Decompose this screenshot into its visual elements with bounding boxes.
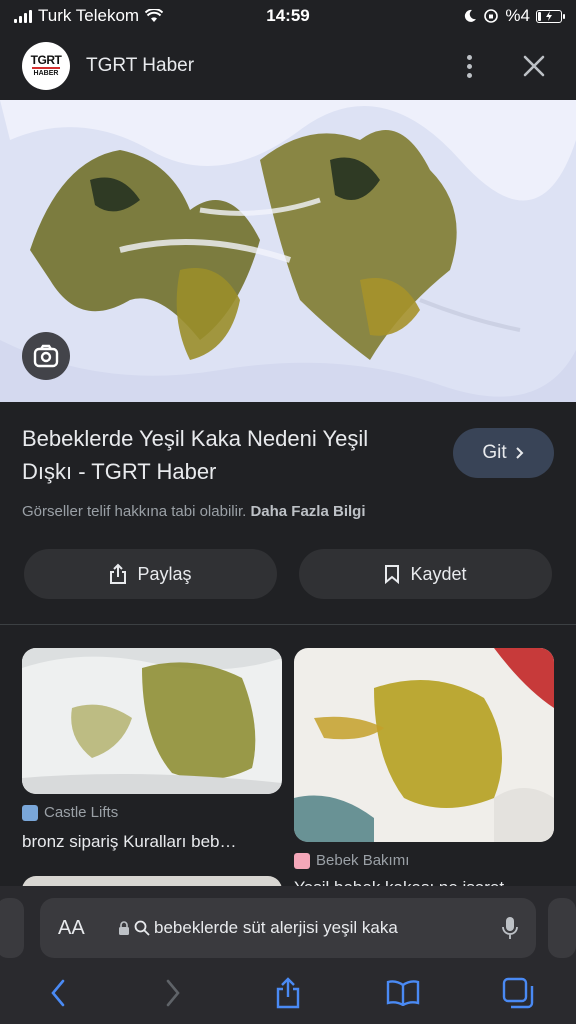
- signal-icon: [14, 9, 32, 23]
- action-row: Paylaş Kaydet: [24, 549, 552, 599]
- share-button[interactable]: Paylaş: [24, 549, 277, 599]
- related-image[interactable]: [294, 648, 554, 842]
- share-sheet-button[interactable]: [266, 973, 310, 1013]
- site-name[interactable]: TGRT Haber: [86, 55, 194, 77]
- battery-icon: [536, 9, 565, 23]
- viewer-header: TGRT HABER TGRT Haber: [0, 36, 576, 96]
- moon-icon: [465, 9, 477, 22]
- address-bar[interactable]: AA bebeklerde süt alerjisi yeşil kaka: [40, 898, 536, 958]
- bookmarks-button[interactable]: [381, 973, 425, 1013]
- more-info-link[interactable]: Daha Fazla Bilgi: [250, 503, 365, 520]
- divider: [0, 624, 576, 625]
- chevron-right-icon: [515, 447, 524, 459]
- back-button[interactable]: [36, 973, 80, 1013]
- battery-percent: %4: [505, 6, 530, 25]
- forward-button[interactable]: [151, 973, 195, 1013]
- browser-toolbar: [0, 972, 576, 1024]
- close-icon[interactable]: [514, 46, 554, 86]
- status-bar: Turk Telekom 14:59 %4: [0, 0, 576, 32]
- related-source: Bebek Bakımı: [294, 852, 409, 869]
- favicon-icon: [294, 852, 310, 869]
- book-icon: [386, 980, 420, 1006]
- site-logo: TGRT HABER: [22, 42, 70, 90]
- copyright-notice: Görseller telif hakkına tabi olabilir. D…: [22, 503, 366, 520]
- related-caption[interactable]: bronz sipariş Kuralları beb…: [22, 832, 282, 852]
- save-button[interactable]: Kaydet: [299, 549, 552, 599]
- more-options-icon[interactable]: [454, 46, 484, 86]
- share-icon: [110, 563, 127, 584]
- lens-search-icon[interactable]: [22, 332, 70, 380]
- microphone-icon[interactable]: [502, 916, 518, 940]
- related-image[interactable]: [22, 648, 282, 794]
- carrier-label: Turk Telekom: [38, 6, 140, 25]
- favicon-icon: [22, 804, 38, 821]
- reader-options-button[interactable]: AA: [58, 917, 118, 940]
- tabs-button[interactable]: [496, 973, 540, 1013]
- url-text: bebeklerde süt alerjisi yeşil kaka: [154, 918, 398, 937]
- preview-image[interactable]: [0, 100, 576, 402]
- previous-tab-handle[interactable]: [0, 898, 24, 958]
- lock-icon: [119, 921, 129, 935]
- share-icon: [276, 977, 300, 1009]
- related-source: Castle Lifts: [22, 804, 118, 821]
- wifi-icon: [145, 9, 164, 22]
- search-icon: [134, 920, 150, 936]
- bookmark-icon: [385, 565, 400, 584]
- result-title-block: Bebeklerde Yeşil Kaka Nedeni Yeşil Dışkı…: [22, 422, 422, 488]
- chevron-right-icon: [166, 979, 180, 1007]
- result-title[interactable]: Bebeklerde Yeşil Kaka Nedeni Yeşil Dışkı…: [22, 422, 422, 488]
- tabs-icon: [503, 977, 534, 1009]
- orientation-lock-icon: [484, 9, 499, 23]
- chevron-left-icon: [50, 979, 64, 1007]
- next-tab-handle[interactable]: [548, 898, 576, 958]
- visit-button[interactable]: Git: [453, 428, 554, 478]
